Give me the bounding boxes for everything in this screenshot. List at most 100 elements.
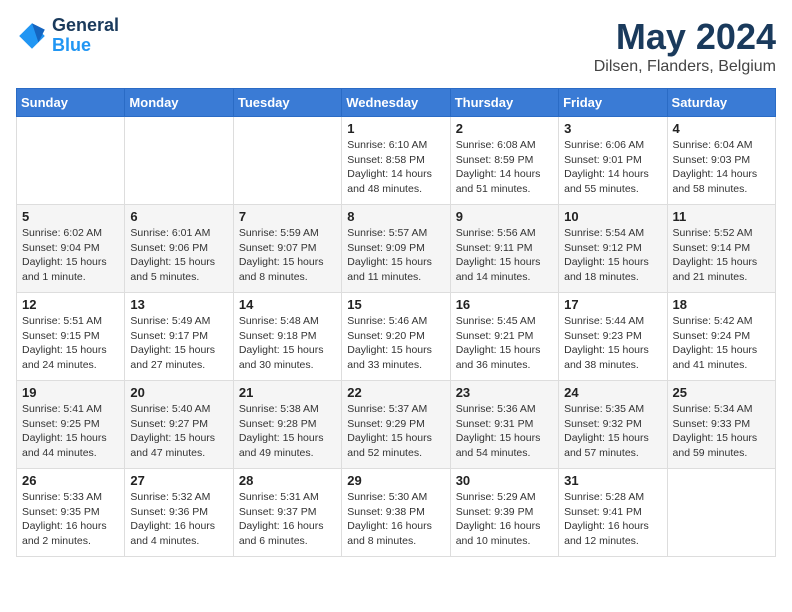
day-info: Sunrise: 5:42 AM Sunset: 9:24 PM Dayligh… — [673, 314, 770, 373]
calendar-day-cell: 27 Sunrise: 5:32 AM Sunset: 9:36 PM Dayli… — [125, 469, 233, 557]
day-info: Sunrise: 5:28 AM Sunset: 9:41 PM Dayligh… — [564, 490, 661, 549]
day-info: Sunrise: 5:41 AM Sunset: 9:25 PM Dayligh… — [22, 402, 119, 461]
day-info: Sunrise: 5:34 AM Sunset: 9:33 PM Dayligh… — [673, 402, 770, 461]
day-number: 18 — [673, 297, 770, 312]
weekday-header: Friday — [559, 89, 667, 117]
day-number: 6 — [130, 209, 227, 224]
day-number: 15 — [347, 297, 444, 312]
day-info: Sunrise: 5:37 AM Sunset: 9:29 PM Dayligh… — [347, 402, 444, 461]
calendar-day-cell: 13Sunrise: 5:49 AM Sunset: 9:17 PM Dayli… — [125, 293, 233, 381]
calendar-day-cell: 7Sunrise: 5:59 AM Sunset: 9:07 PM Daylig… — [233, 205, 341, 293]
day-info: Sunrise: 6:06 AM Sunset: 9:01 PM Dayligh… — [564, 138, 661, 197]
calendar-day-cell: 1Sunrise: 6:10 AM Sunset: 8:58 PM Daylig… — [342, 117, 450, 205]
day-number: 3 — [564, 121, 661, 136]
calendar-week-row: 12Sunrise: 5:51 AM Sunset: 9:15 PM Dayli… — [17, 293, 776, 381]
day-number: 19 — [22, 385, 119, 400]
day-number: 26 — [22, 473, 119, 488]
calendar-week-row: 26 Sunrise: 5:33 AM Sunset: 9:35 PM Dayli… — [17, 469, 776, 557]
day-info: Sunrise: 5:40 AM Sunset: 9:27 PM Dayligh… — [130, 402, 227, 461]
day-number: 12 — [22, 297, 119, 312]
day-info: Sunrise: 5:46 AM Sunset: 9:20 PM Dayligh… — [347, 314, 444, 373]
logo-icon — [16, 20, 48, 52]
page-subtitle: Dilsen, Flanders, Belgium — [594, 58, 776, 76]
day-info: Sunrise: 5:59 AM Sunset: 9:07 PM Dayligh… — [239, 226, 336, 285]
calendar-day-cell: 23 Sunrise: 5:36 AM Sunset: 9:31 PM Dayli… — [450, 381, 558, 469]
calendar-day-cell: 12Sunrise: 5:51 AM Sunset: 9:15 PM Dayli… — [17, 293, 125, 381]
day-info: Sunrise: 6:02 AM Sunset: 9:04 PM Dayligh… — [22, 226, 119, 285]
day-number: 24 — [564, 385, 661, 400]
day-number: 20 — [130, 385, 227, 400]
title-area: May 2024 Dilsen, Flanders, Belgium — [594, 16, 776, 76]
day-info: Sunrise: 5:30 AM Sunset: 9:38 PM Dayligh… — [347, 490, 444, 549]
calendar-day-cell: 15 Sunrise: 5:46 AM Sunset: 9:20 PM Dayli… — [342, 293, 450, 381]
calendar-day-cell: 8Sunrise: 5:57 AM Sunset: 9:09 PM Daylig… — [342, 205, 450, 293]
day-number: 31 — [564, 473, 661, 488]
day-info: Sunrise: 5:33 AM Sunset: 9:35 PM Dayligh… — [22, 490, 119, 549]
day-number: 21 — [239, 385, 336, 400]
calendar-day-cell: 2Sunrise: 6:08 AM Sunset: 8:59 PM Daylig… — [450, 117, 558, 205]
weekday-header: Tuesday — [233, 89, 341, 117]
calendar-day-cell: 10 Sunrise: 5:54 AM Sunset: 9:12 PM Dayli… — [559, 205, 667, 293]
logo-text: General Blue — [52, 16, 119, 56]
day-number: 14 — [239, 297, 336, 312]
calendar-day-cell: 11 Sunrise: 5:52 AM Sunset: 9:14 PM Dayli… — [667, 205, 775, 293]
day-number: 13 — [130, 297, 227, 312]
weekday-header: Saturday — [667, 89, 775, 117]
day-number: 27 — [130, 473, 227, 488]
day-info: Sunrise: 5:31 AM Sunset: 9:37 PM Dayligh… — [239, 490, 336, 549]
day-number: 17 — [564, 297, 661, 312]
calendar-day-cell — [17, 117, 125, 205]
page-title: May 2024 — [594, 16, 776, 58]
calendar-day-cell: 18 Sunrise: 5:42 AM Sunset: 9:24 PM Dayli… — [667, 293, 775, 381]
day-number: 23 — [456, 385, 553, 400]
calendar-day-cell: 31 Sunrise: 5:28 AM Sunset: 9:41 PM Dayli… — [559, 469, 667, 557]
weekday-header: Wednesday — [342, 89, 450, 117]
day-info: Sunrise: 5:44 AM Sunset: 9:23 PM Dayligh… — [564, 314, 661, 373]
day-info: Sunrise: 6:01 AM Sunset: 9:06 PM Dayligh… — [130, 226, 227, 285]
day-number: 5 — [22, 209, 119, 224]
calendar-day-cell: 16 Sunrise: 5:45 AM Sunset: 9:21 PM Dayli… — [450, 293, 558, 381]
calendar-day-cell: 28Sunrise: 5:31 AM Sunset: 9:37 PM Dayli… — [233, 469, 341, 557]
day-info: Sunrise: 5:32 AM Sunset: 9:36 PM Dayligh… — [130, 490, 227, 549]
calendar-week-row: 19 Sunrise: 5:41 AM Sunset: 9:25 PM Dayli… — [17, 381, 776, 469]
day-info: Sunrise: 5:38 AM Sunset: 9:28 PM Dayligh… — [239, 402, 336, 461]
day-info: Sunrise: 5:48 AM Sunset: 9:18 PM Dayligh… — [239, 314, 336, 373]
day-number: 8 — [347, 209, 444, 224]
calendar-week-row: 1Sunrise: 6:10 AM Sunset: 8:58 PM Daylig… — [17, 117, 776, 205]
day-info: Sunrise: 6:10 AM Sunset: 8:58 PM Dayligh… — [347, 138, 444, 197]
calendar-day-cell: 14 Sunrise: 5:48 AM Sunset: 9:18 PM Dayli… — [233, 293, 341, 381]
logo: General Blue — [16, 16, 119, 56]
calendar-day-cell — [667, 469, 775, 557]
calendar-day-cell: 26 Sunrise: 5:33 AM Sunset: 9:35 PM Dayli… — [17, 469, 125, 557]
calendar-day-cell — [233, 117, 341, 205]
calendar-day-cell: 19 Sunrise: 5:41 AM Sunset: 9:25 PM Dayli… — [17, 381, 125, 469]
day-number: 10 — [564, 209, 661, 224]
calendar-day-cell: 21 Sunrise: 5:38 AM Sunset: 9:28 PM Dayli… — [233, 381, 341, 469]
day-info: Sunrise: 5:54 AM Sunset: 9:12 PM Dayligh… — [564, 226, 661, 285]
day-number: 29 — [347, 473, 444, 488]
calendar-day-cell: 22 Sunrise: 5:37 AM Sunset: 9:29 PM Dayli… — [342, 381, 450, 469]
day-info: Sunrise: 5:56 AM Sunset: 9:11 PM Dayligh… — [456, 226, 553, 285]
day-number: 16 — [456, 297, 553, 312]
day-number: 25 — [673, 385, 770, 400]
day-number: 4 — [673, 121, 770, 136]
weekday-header: Thursday — [450, 89, 558, 117]
weekday-header: Sunday — [17, 89, 125, 117]
day-info: Sunrise: 5:35 AM Sunset: 9:32 PM Dayligh… — [564, 402, 661, 461]
day-info: Sunrise: 5:36 AM Sunset: 9:31 PM Dayligh… — [456, 402, 553, 461]
day-info: Sunrise: 5:52 AM Sunset: 9:14 PM Dayligh… — [673, 226, 770, 285]
day-info: Sunrise: 5:45 AM Sunset: 9:21 PM Dayligh… — [456, 314, 553, 373]
day-info: Sunrise: 6:04 AM Sunset: 9:03 PM Dayligh… — [673, 138, 770, 197]
calendar-day-cell: 6 Sunrise: 6:01 AM Sunset: 9:06 PM Daylig… — [125, 205, 233, 293]
day-info: Sunrise: 5:29 AM Sunset: 9:39 PM Dayligh… — [456, 490, 553, 549]
day-number: 22 — [347, 385, 444, 400]
calendar-day-cell: 25 Sunrise: 5:34 AM Sunset: 9:33 PM Dayli… — [667, 381, 775, 469]
calendar-day-cell: 20 Sunrise: 5:40 AM Sunset: 9:27 PM Dayli… — [125, 381, 233, 469]
weekday-header: Monday — [125, 89, 233, 117]
calendar-table: SundayMondayTuesdayWednesdayThursdayFrid… — [16, 88, 776, 557]
calendar-day-cell: 9Sunrise: 5:56 AM Sunset: 9:11 PM Daylig… — [450, 205, 558, 293]
calendar-day-cell: 5 Sunrise: 6:02 AM Sunset: 9:04 PM Daylig… — [17, 205, 125, 293]
day-number: 11 — [673, 209, 770, 224]
calendar-day-cell — [125, 117, 233, 205]
day-number: 30 — [456, 473, 553, 488]
